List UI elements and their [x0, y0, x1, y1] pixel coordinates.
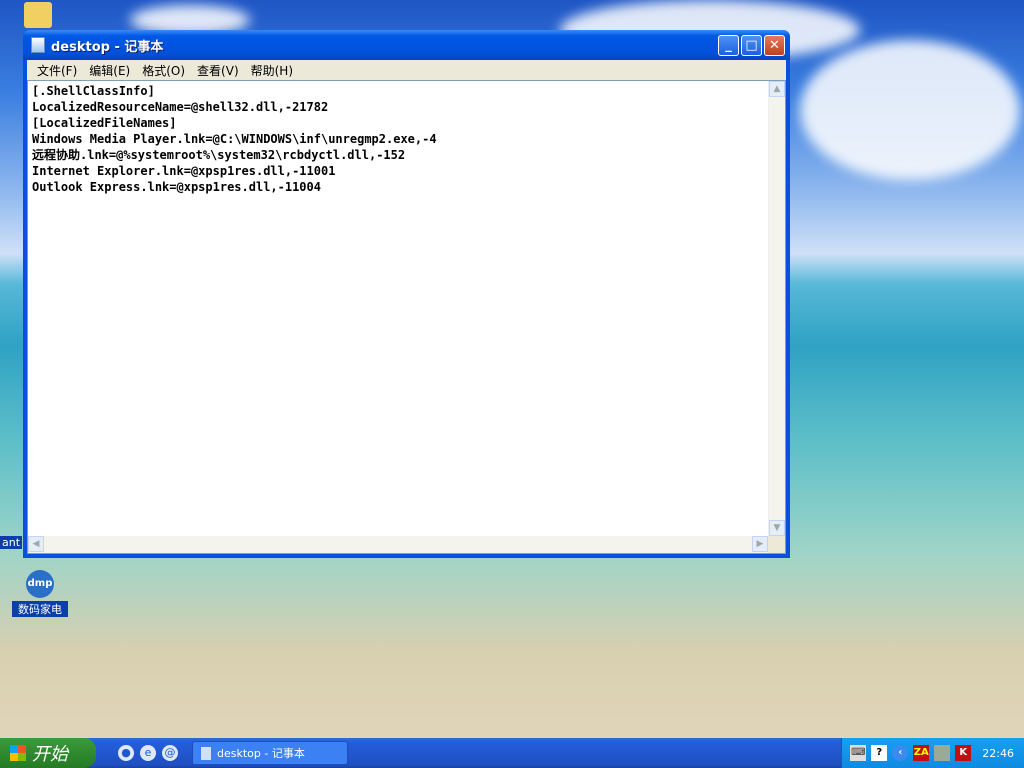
media-player-icon[interactable]: ●: [118, 745, 134, 761]
show-hidden-icons-icon[interactable]: ‹: [892, 745, 909, 761]
menu-bar: 文件(F) 编辑(E) 格式(O) 查看(V) 帮助(H): [27, 60, 786, 80]
window-title: desktop - 记事本: [51, 39, 164, 55]
keyboard-icon[interactable]: ⌨: [850, 745, 867, 761]
taskbar-item-notepad[interactable]: desktop - 记事本: [192, 741, 348, 765]
menu-edit[interactable]: 编辑(E): [83, 62, 136, 79]
text-editor[interactable]: [.ShellClassInfo] LocalizedResourceName=…: [27, 80, 786, 554]
desktop-icon-label: 数码家电: [12, 601, 68, 617]
notepad-icon: [201, 746, 211, 760]
horizontal-scrollbar[interactable]: ◀ ▶: [28, 536, 768, 553]
close-button[interactable]: ✕: [764, 34, 785, 56]
resize-grip-icon[interactable]: [768, 536, 785, 553]
notepad-window: desktop - 记事本 _ □ ✕ 文件(F) 编辑(E) 格式(O) 查看…: [23, 30, 790, 558]
system-tray: ⌨ ? ‹ ZA K 22:46: [841, 738, 1024, 768]
editor-content[interactable]: [.ShellClassInfo] LocalizedResourceName=…: [32, 83, 437, 195]
menu-format[interactable]: 格式(O): [136, 62, 191, 79]
clock[interactable]: 22:46: [982, 747, 1014, 760]
start-label: 开始: [32, 744, 68, 765]
antivirus-icon[interactable]: K: [955, 745, 972, 761]
menu-view[interactable]: 查看(V): [191, 62, 245, 79]
start-button[interactable]: 开始: [0, 738, 96, 768]
scroll-left-icon[interactable]: ◀: [28, 536, 44, 552]
dmp-logo-icon: dmp: [26, 570, 54, 598]
network-icon[interactable]: [934, 745, 951, 761]
vertical-scrollbar[interactable]: ▲ ▼: [768, 81, 785, 536]
outlook-icon[interactable]: @: [162, 745, 178, 761]
partial-desktop-label: ant: [0, 536, 23, 549]
windows-logo-icon: [10, 745, 26, 761]
maximize-button[interactable]: □: [741, 34, 762, 56]
taskbar: 开始 ● e @ desktop - 记事本 ⌨ ? ‹ ZA K 22:46: [0, 738, 1024, 768]
notepad-icon: [31, 37, 45, 53]
minimize-button[interactable]: _: [718, 34, 739, 56]
desktop-shortcut-dmp[interactable]: dmp 数码家电: [12, 570, 68, 617]
desktop-folder-icon[interactable]: [24, 2, 52, 28]
scroll-up-icon[interactable]: ▲: [769, 81, 785, 97]
scroll-down-icon[interactable]: ▼: [769, 520, 785, 536]
scroll-right-icon[interactable]: ▶: [752, 536, 768, 552]
title-bar[interactable]: desktop - 记事本 _ □ ✕: [23, 30, 790, 60]
menu-file[interactable]: 文件(F): [31, 62, 83, 79]
menu-help[interactable]: 帮助(H): [245, 62, 299, 79]
zonealarm-icon[interactable]: ZA: [913, 745, 930, 761]
help-icon[interactable]: ?: [871, 745, 888, 761]
task-label: desktop - 记事本: [217, 747, 305, 760]
internet-explorer-icon[interactable]: e: [140, 745, 156, 761]
